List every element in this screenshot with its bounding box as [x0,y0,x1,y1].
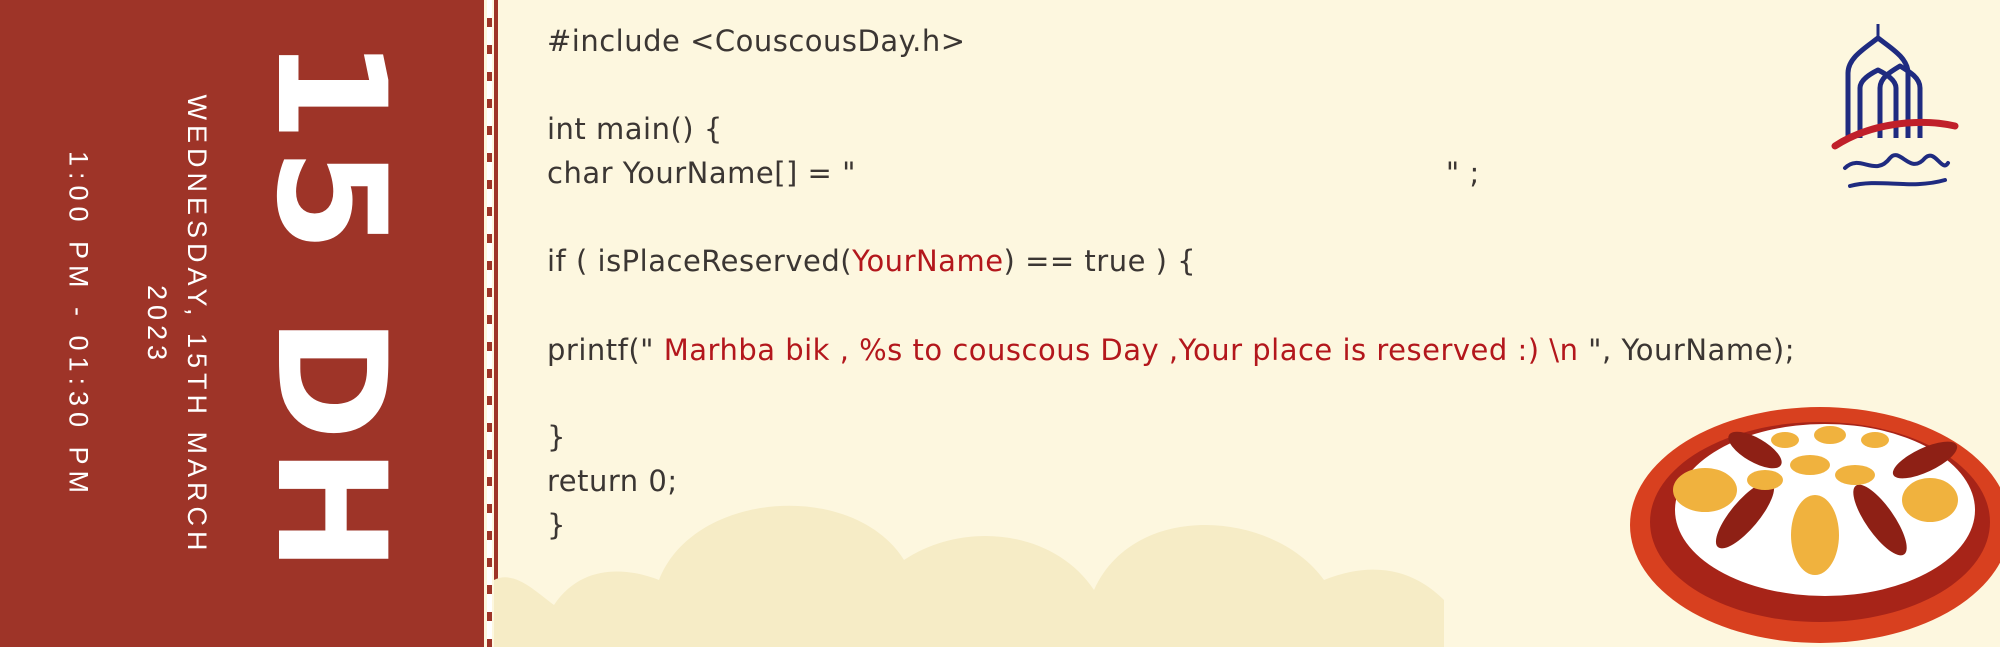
hill-shapes [494,505,1444,647]
ticket: 15 DH WEDNESDAY, 15TH MARCH 2023 1:00 PM… [0,0,2000,647]
if-arg: YourName [852,244,1004,278]
code-close-if-line: } [547,420,566,454]
ticket-stub: 15 DH WEDNESDAY, 15TH MARCH 2023 1:00 PM… [0,0,484,647]
printf-end: ", YourName); [1588,333,1795,367]
event-time: 1:00 PM - 01:30 PM [63,150,94,500]
char-decl-end: " ; [1445,156,1480,190]
code-if-line: if ( isPlaceReserved(YourName) == true )… [547,244,1196,278]
code-char-line: char YourName[] = " " ; [547,156,1480,190]
perforation-line [487,0,492,647]
mosque-logo-icon [1831,24,1959,188]
event-date-line2: 2023 [142,284,172,366]
code-close-main-line: } [547,508,566,542]
if-end: ) == true ) { [1003,244,1197,278]
event-date-line1: WEDNESDAY, 15TH MARCH [182,94,212,556]
price-label: 15 DH [243,37,417,579]
if-start: if ( isPlaceReserved( [547,244,853,278]
code-include-line: #include <CouscousDay.h> [547,24,966,58]
printf-message: Marhba bik , %s to couscous Day ,Your pl… [654,333,1589,367]
printf-start: printf(" [547,333,655,367]
code-main-line: int main() { [547,112,723,146]
couscous-dish-icon [1630,407,2000,643]
char-decl-start: char YourName[] = " [547,156,856,190]
code-printf-line: printf(" Marhba bik , %s to couscous Day… [547,333,1795,367]
code-return-line: return 0; [547,464,678,498]
event-date: WEDNESDAY, 15TH MARCH 2023 [137,94,217,555]
